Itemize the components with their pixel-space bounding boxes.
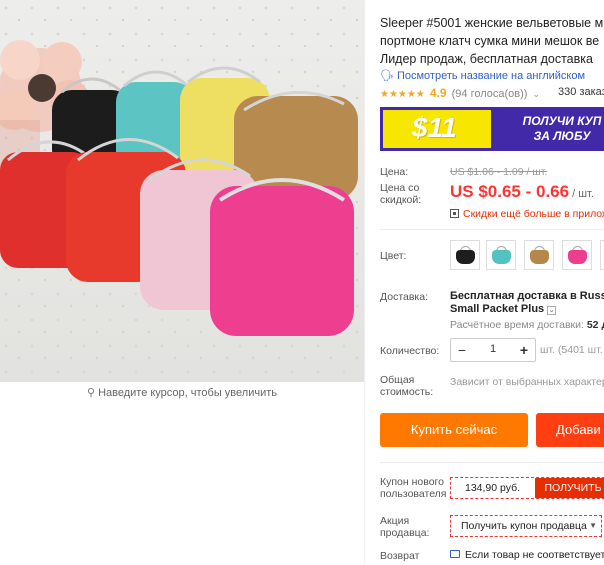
- qr-code-icon: [450, 209, 459, 218]
- caret-down-icon: ▼: [589, 521, 597, 530]
- color-label: Цвет:: [380, 250, 407, 262]
- buy-now-button[interactable]: Купить сейчас: [380, 413, 528, 447]
- returns-label: Возврат: [380, 550, 420, 562]
- new-user-coupon: 134,90 руб. ПОЛУЧИТЬ: [450, 477, 604, 499]
- translate-title-link[interactable]: 🗣 Посмотреть название на английском: [380, 69, 585, 82]
- zoom-hint: ⚲ Наведите курсор, чтобы увеличить: [87, 387, 277, 399]
- delivery-time: Расчётное время доставки: 52 д: [450, 319, 604, 331]
- product-info-panel: Sleeper #5001 женские вельветовые м порт…: [380, 0, 604, 565]
- swatch-pink[interactable]: [562, 240, 592, 270]
- price-label: Цена:: [380, 166, 409, 178]
- translate-icon: 🗣: [380, 70, 394, 82]
- banner-amount: $11: [412, 112, 457, 143]
- rating-stars: ★★★★★: [380, 89, 425, 100]
- swatch-pale-pink[interactable]: [600, 240, 604, 270]
- total-value: Зависит от выбранных характер: [450, 376, 604, 388]
- chevron-down-icon[interactable]: ⌄: [533, 89, 541, 99]
- coupon-value: 134,90 руб.: [465, 482, 521, 494]
- stock-info: шт. (5401 шт.: [540, 344, 603, 356]
- total-label: Общая стоимость:: [380, 374, 434, 398]
- chevron-down-icon[interactable]: ⌄: [547, 306, 557, 315]
- quantity-decrease-button[interactable]: −: [453, 341, 471, 359]
- seller-promo-label: Акция продавца:: [380, 515, 430, 539]
- add-to-cart-button[interactable]: Добави: [536, 413, 604, 447]
- old-price: US $1.06 - 1.09 / шт.: [450, 166, 548, 178]
- quantity-input[interactable]: 1: [475, 343, 511, 355]
- quantity-increase-button[interactable]: +: [515, 341, 533, 359]
- section-divider: [380, 229, 604, 230]
- app-discount-link[interactable]: Скидки ещё больше в прилож: [450, 208, 604, 220]
- rating-row: ★★★★★ 4.9 (94 голоса(ов)) ⌄ 330 заказа: [380, 86, 604, 100]
- section-divider: [380, 462, 604, 463]
- orders-count: 330 заказа: [558, 86, 604, 98]
- purses-photo: [0, 0, 364, 382]
- new-user-coupon-label: Купон нового пользователя: [380, 476, 447, 500]
- swatch-turquoise[interactable]: [486, 240, 516, 270]
- discount-price-label: Цена со скидкой:: [380, 182, 422, 206]
- product-main-image[interactable]: [0, 0, 364, 382]
- banner-promo-text: ПОЛУЧИ КУП ЗА ЛЮБУ: [522, 114, 602, 143]
- coupon-banner[interactable]: $11 ПОЛУЧИ КУП ЗА ЛЮБУ: [380, 107, 604, 151]
- product-title: Sleeper #5001 женские вельветовые м порт…: [380, 16, 604, 66]
- shipping-method[interactable]: Бесплатная доставка в Russian Small Pack…: [450, 290, 604, 316]
- swatch-black[interactable]: [450, 240, 480, 270]
- magnifier-icon: ⚲: [87, 387, 96, 399]
- current-price: US $0.65 - 0.66/ шт.: [450, 182, 594, 201]
- seller-coupon-select[interactable]: Получить купон продавца ▼: [450, 515, 602, 537]
- column-divider: [364, 0, 365, 565]
- swatch-camel[interactable]: [524, 240, 554, 270]
- returns-policy: Если товар не соответствует: [450, 549, 604, 561]
- shipping-label: Доставка:: [380, 291, 429, 303]
- quantity-label: Количество:: [380, 345, 440, 357]
- quantity-stepper: − 1 +: [450, 338, 536, 362]
- rating-votes-link[interactable]: (94 голоса(ов)): [452, 88, 528, 100]
- hot-pink-purse: [210, 178, 354, 336]
- get-coupon-button[interactable]: ПОЛУЧИТЬ: [535, 478, 604, 498]
- rating-score: 4.9: [429, 86, 447, 100]
- return-icon: [450, 550, 460, 558]
